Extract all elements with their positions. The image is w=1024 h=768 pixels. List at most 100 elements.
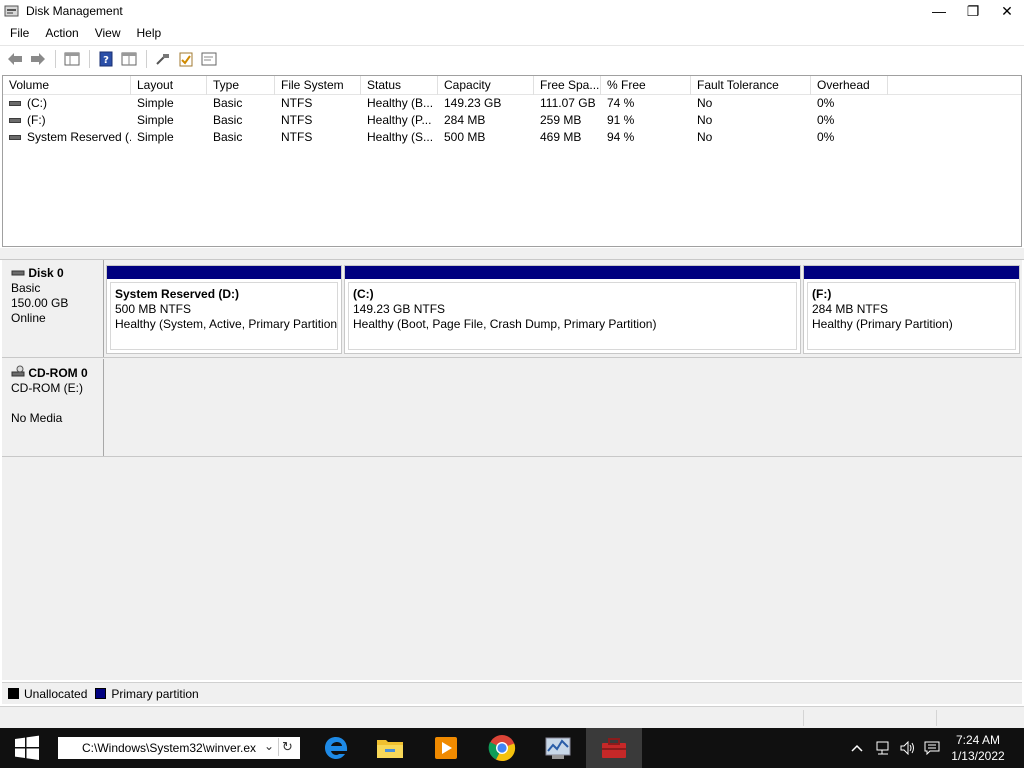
table-row[interactable]: (C:) Simple Basic NTFS Healthy (B... 149…	[3, 95, 1021, 112]
toolbar-separator	[89, 49, 90, 68]
chevron-down-icon[interactable]: ⌄	[264, 739, 274, 753]
edge-icon	[325, 737, 348, 759]
capacity-cell: 149.23 GB	[444, 96, 502, 110]
column-header-percent-free[interactable]: % Free	[601, 76, 691, 95]
chrome-icon	[488, 735, 516, 762]
show-hide-icon[interactable]	[118, 49, 140, 69]
drive-icon	[9, 135, 21, 141]
menu-view[interactable]: View	[89, 26, 127, 40]
percent-free-cell: 94 %	[607, 130, 635, 144]
column-header-capacity[interactable]: Capacity	[438, 76, 534, 95]
refresh-icon[interactable]: ↻	[278, 738, 296, 756]
table-row[interactable]: System Reserved (... Simple Basic NTFS H…	[3, 129, 1021, 146]
partition-size: 500 MB NTFS	[115, 302, 192, 316]
capacity-cell: 500 MB	[444, 130, 486, 144]
forward-icon[interactable]	[27, 49, 49, 69]
menu-action[interactable]: Action	[39, 26, 84, 40]
console-icon[interactable]	[198, 49, 220, 69]
disk-name: CD-ROM 0	[28, 366, 88, 380]
partition-c[interactable]: (C:) 149.23 GB NTFS Healthy (Boot, Page …	[344, 265, 801, 354]
volume-list-header: Volume Layout Type File System Status Ca…	[3, 76, 1021, 95]
taskbar-file-explorer[interactable]	[362, 728, 418, 768]
legend-primary-partition: Primary partition	[111, 686, 199, 701]
menu-bar: File Action View Help	[0, 22, 1024, 44]
table-row[interactable]: (F:) Simple Basic NTFS Healthy (P... 284…	[3, 112, 1021, 129]
volume-cell: (C:)	[3, 95, 131, 112]
svg-text:?: ?	[103, 55, 109, 66]
overhead-cell: 0%	[817, 130, 835, 144]
volume-name: (C:)	[27, 96, 47, 110]
column-header-type[interactable]: Type	[207, 76, 275, 95]
volume-tray-button[interactable]	[898, 728, 918, 768]
connect-icon[interactable]	[152, 49, 174, 69]
column-header-free-space[interactable]: Free Spa...	[534, 76, 601, 95]
column-header-volume[interactable]: Volume	[3, 76, 131, 95]
capacity-cell: 284 MB	[444, 113, 486, 127]
properties-icon[interactable]	[61, 49, 83, 69]
partition-f[interactable]: (F:) 284 MB NTFS Healthy (Primary Partit…	[803, 265, 1020, 354]
disk-row-cd-rom-0: CD-ROM 0 CD-ROM (E:) No Media	[2, 359, 1022, 457]
clock-date: 1/13/2022	[951, 749, 1005, 763]
layout-cell: Simple	[137, 96, 174, 110]
cd-rom-icon	[11, 365, 25, 377]
partition-name: System Reserved (D:)	[115, 287, 240, 301]
taskbar-edge[interactable]	[308, 728, 364, 768]
back-icon[interactable]	[4, 49, 26, 69]
window-title: Disk Management	[26, 4, 123, 18]
column-header-fault-tolerance[interactable]: Fault Tolerance	[691, 76, 811, 95]
status-cell: Healthy (B...	[367, 96, 434, 110]
media-player-icon	[435, 737, 457, 759]
file-system-cell: NTFS	[281, 96, 313, 110]
network-icon	[876, 741, 889, 755]
fault-tolerance-cell: No	[697, 113, 713, 127]
help-icon[interactable]: ?	[95, 49, 117, 69]
status-cell: Healthy (S...	[367, 130, 434, 144]
disk-name: Disk 0	[28, 266, 64, 280]
taskbar-media-player[interactable]	[418, 728, 474, 768]
volume-list: Volume Layout Type File System Status Ca…	[2, 75, 1022, 247]
column-header-layout[interactable]: Layout	[131, 76, 207, 95]
volume-name: (F:)	[27, 113, 46, 127]
type-cell: Basic	[213, 113, 243, 127]
checklist-icon[interactable]	[175, 49, 197, 69]
primary-partition-bar	[345, 266, 800, 279]
restore-button[interactable]: ❐	[956, 0, 990, 22]
show-hidden-icons-button[interactable]	[848, 728, 866, 768]
legend-unallocated: Unallocated	[24, 686, 88, 701]
free-space-cell: 469 MB	[540, 130, 582, 144]
disk-info-disk-0[interactable]: Disk 0 Basic 150.00 GB Online	[2, 260, 104, 357]
network-tray-button[interactable]	[874, 728, 894, 768]
status-bar-segment	[936, 710, 937, 726]
column-header-status[interactable]: Status	[361, 76, 438, 95]
system-clock[interactable]: 7:24 AM 1/13/2022	[942, 732, 1014, 764]
partition-system-reserved[interactable]: System Reserved (D:) 500 MB NTFS Healthy…	[106, 265, 342, 354]
partition-size: 149.23 GB NTFS	[353, 302, 446, 316]
menu-help[interactable]: Help	[131, 26, 168, 40]
disk-status: No Media	[11, 411, 63, 425]
disk-info-cd-rom-0[interactable]: CD-ROM 0 CD-ROM (E:) No Media	[2, 359, 104, 456]
taskbar: C:\Windows\System32\winver.ex ⌄ ↻ 7:24 A…	[0, 728, 1024, 768]
taskbar-chrome[interactable]	[474, 728, 530, 768]
volume-name: System Reserved (...	[27, 130, 131, 144]
toolbar-separator	[55, 49, 56, 68]
minimize-button[interactable]: —	[922, 0, 956, 22]
column-header-overhead[interactable]: Overhead	[811, 76, 888, 95]
taskbar-performance-monitor[interactable]	[530, 728, 586, 768]
disk-size: 150.00 GB	[11, 296, 69, 310]
close-button[interactable]: ✕	[990, 0, 1024, 22]
hard-disk-icon	[11, 270, 25, 276]
partition-status: Healthy (Boot, Page File, Crash Dump, Pr…	[353, 317, 657, 331]
disk-type: Basic	[11, 281, 41, 295]
primary-partition-bar	[804, 266, 1019, 279]
drive-icon	[9, 118, 21, 124]
unallocated-swatch	[8, 688, 19, 699]
pane-splitter[interactable]	[0, 248, 1024, 260]
start-button[interactable]	[0, 728, 54, 768]
disk-status: Online	[11, 311, 46, 325]
menu-file[interactable]: File	[4, 26, 35, 40]
taskbar-computer-management[interactable]	[586, 728, 642, 768]
column-header-file-system[interactable]: File System	[275, 76, 361, 95]
action-center-button[interactable]	[922, 728, 942, 768]
address-run-box[interactable]: C:\Windows\System32\winver.ex ⌄ ↻	[58, 737, 300, 759]
performance-monitor-icon	[545, 737, 571, 759]
